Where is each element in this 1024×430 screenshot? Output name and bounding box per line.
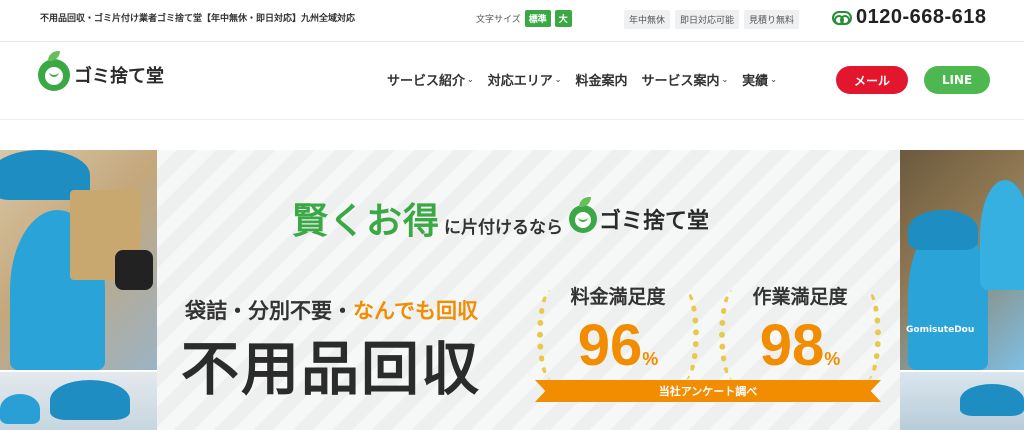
headline-small: に片付けるなら	[444, 218, 564, 238]
font-size-label: 文字サイズ	[476, 15, 521, 25]
stat-label: 作業満足度	[752, 286, 848, 308]
nav-label: 実績	[742, 74, 769, 89]
nav-item-service-guide[interactable]: サービス案内 ⌄	[641, 70, 728, 89]
stat-number: 98	[759, 313, 825, 378]
logo-icon	[38, 51, 70, 91]
stat-work-satisfaction: 作業満足度 98%	[719, 282, 881, 392]
chevron-down-icon: ⌄	[770, 75, 777, 84]
nav-item-pricing[interactable]: 料金案内	[575, 70, 627, 89]
headline-logo: ゴミ捨て堂	[569, 197, 710, 235]
hero-subtitle: 袋詰・分別不要・なんでも回収	[185, 295, 478, 325]
stat-number: 96	[577, 313, 643, 378]
logo-icon	[569, 197, 598, 233]
phone-link[interactable]: 0120-668-618	[832, 6, 987, 29]
stat-label: 料金満足度	[570, 286, 666, 308]
subtitle-part1: 袋詰・分別不要・	[185, 299, 353, 323]
stat-unit: %	[642, 349, 659, 369]
stat-value: 96%	[543, 312, 693, 379]
top-utility-bar: 不用品回収・ゴミ片付け業者ゴミ捨て堂【年中無休・即日対応】九州全域対応 文字サイ…	[0, 0, 1024, 42]
badge-same-day: 即日対応可能	[675, 10, 740, 29]
chevron-down-icon: ⌄	[721, 75, 729, 84]
hero-banner: 賢くお得 に片付けるなら ゴミ捨て堂 袋詰・分別不要・なんでも回収 不用品回収 …	[0, 150, 1024, 430]
stat-unit: %	[824, 349, 841, 369]
site-logo[interactable]: ゴミ捨て堂	[38, 51, 164, 91]
site-tagline: 不用品回収・ゴミ片付け業者ゴミ捨て堂【年中無休・即日対応】九州全域対応	[40, 14, 356, 24]
nav-label: サービス紹介	[387, 74, 466, 89]
nav-label: 料金案内	[575, 74, 628, 89]
logo-text: ゴミ捨て堂	[74, 66, 164, 87]
main-nav: サービス紹介 ⌄ 対応エリア ⌄ 料金案内 サービス案内 ⌄ 実績 ⌄	[387, 70, 777, 89]
stat-value: 98%	[725, 312, 875, 379]
badge-free-estimate: 見積り無料	[744, 10, 800, 29]
font-size-large-button[interactable]: 大	[554, 10, 572, 27]
hero-photo-worker	[900, 372, 1024, 430]
subtitle-part2: なんでも回収	[353, 299, 478, 323]
headline-big: 賢くお得	[292, 201, 441, 242]
headline-logo-text: ゴミ捨て堂	[599, 209, 710, 234]
hero-photo-workers-house: GomisuteDou	[900, 150, 1024, 370]
hero-photo-worker-box	[0, 150, 157, 370]
mail-button[interactable]: メール	[836, 66, 908, 94]
nav-item-results[interactable]: 実績 ⌄	[742, 70, 777, 89]
font-size-standard-button[interactable]: 標準	[524, 10, 551, 27]
service-badges: 年中無休 即日対応可能 見積り無料	[624, 10, 800, 29]
phone-number: 0120-668-618	[856, 6, 987, 28]
survey-ribbon: 当社アンケート調べ	[535, 380, 881, 402]
font-size-switcher: 文字サイズ 標準 大	[476, 10, 572, 27]
freedial-icon	[832, 10, 852, 25]
hero-main-title: 不用品回収	[181, 335, 482, 403]
chevron-down-icon: ⌄	[467, 75, 474, 84]
chevron-down-icon: ⌄	[554, 75, 562, 84]
line-button[interactable]: LINE	[924, 66, 990, 94]
nav-label: 対応エリア	[487, 74, 553, 89]
badge-open-all-year: 年中無休	[624, 10, 671, 29]
nav-item-area[interactable]: 対応エリア ⌄	[488, 70, 562, 89]
photo-shirt-text: GomisuteDou	[906, 325, 975, 335]
hero-photo-workers	[0, 372, 157, 430]
hero-headline: 賢くお得 に片付けるなら ゴミ捨て堂	[292, 192, 709, 244]
stat-price-satisfaction: 料金満足度 96%	[537, 282, 699, 392]
hero-center-panel: 賢くお得 に片付けるなら ゴミ捨て堂 袋詰・分別不要・なんでも回収 不用品回収 …	[157, 150, 900, 430]
site-header: ゴミ捨て堂 サービス紹介 ⌄ 対応エリア ⌄ 料金案内 サービス案内 ⌄ 実績 ⌄ メー…	[0, 42, 1024, 120]
nav-label: サービス案内	[641, 74, 720, 89]
nav-item-services[interactable]: サービス紹介 ⌄	[387, 70, 474, 89]
